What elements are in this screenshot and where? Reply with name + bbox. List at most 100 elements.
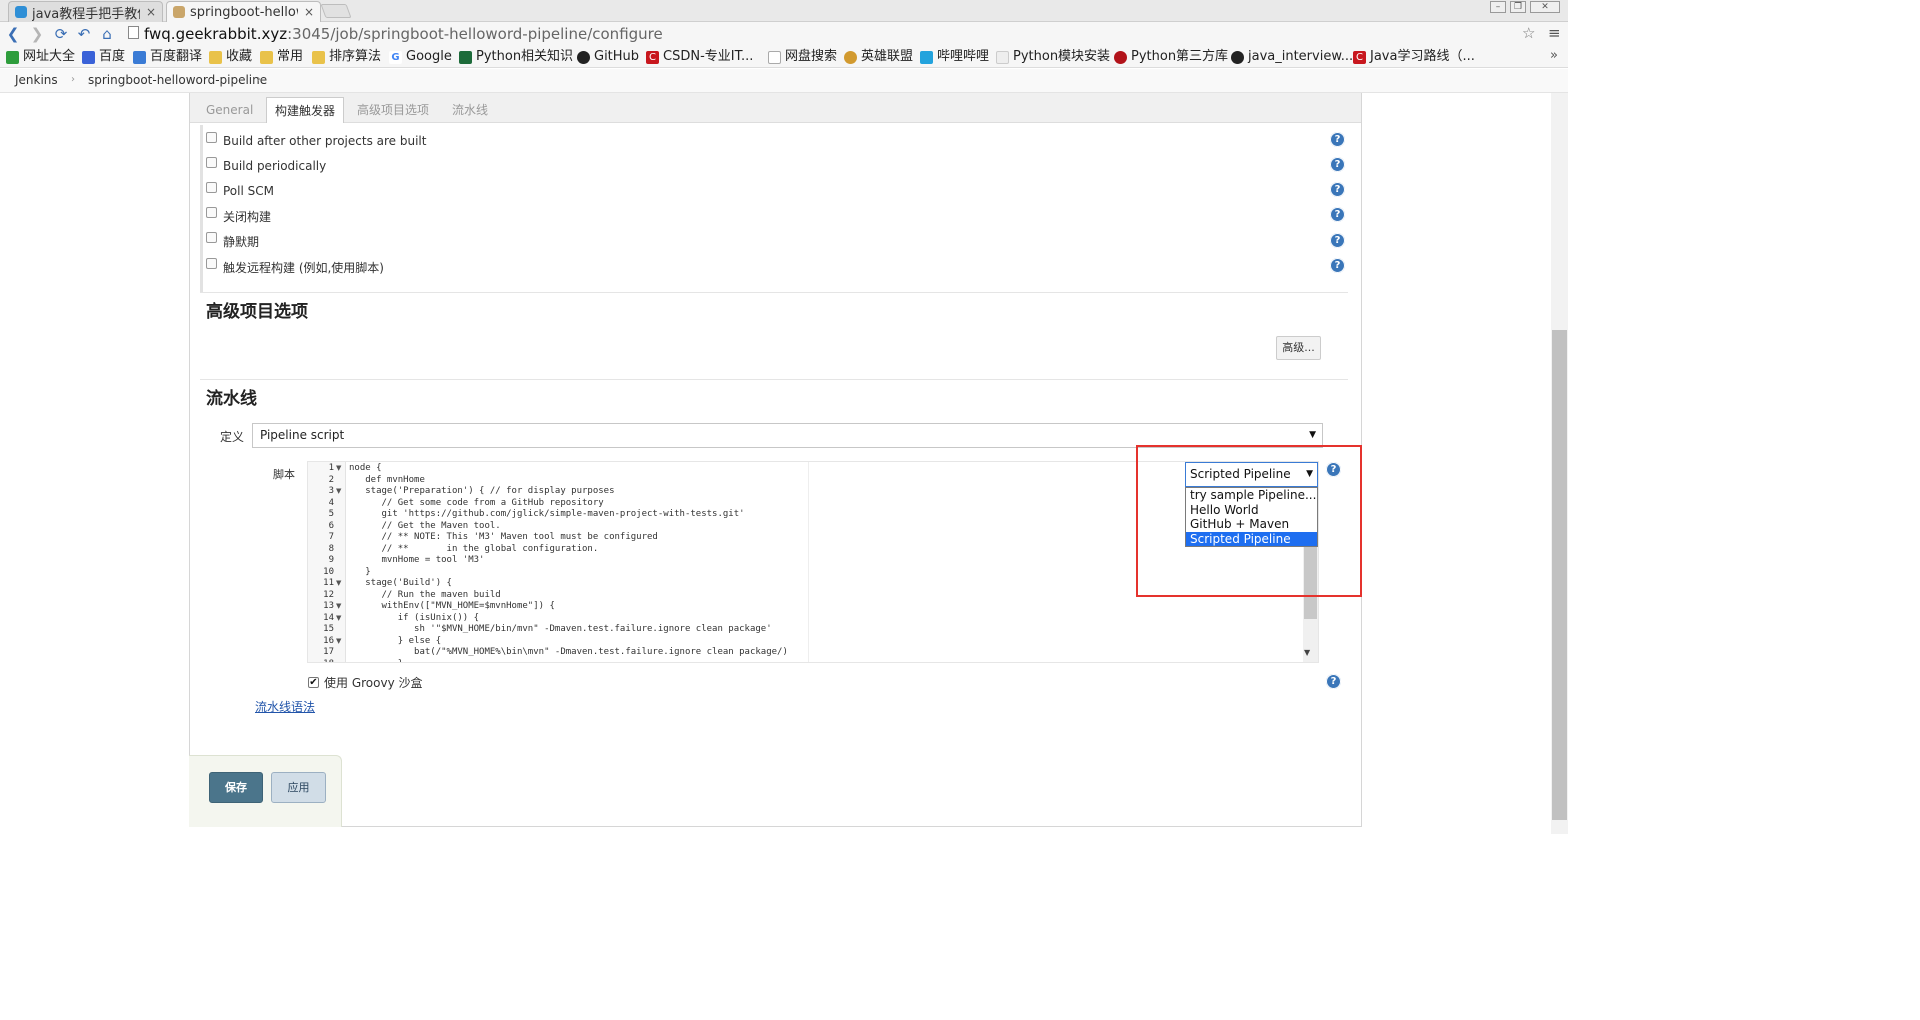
code-line: } else {: [349, 635, 442, 646]
forward-icon[interactable]: ❯: [28, 25, 46, 43]
csdn-icon: C: [646, 50, 659, 64]
help-icon[interactable]: ?: [1326, 674, 1341, 689]
groovy-sandbox-option[interactable]: ✔ 使用 Groovy 沙盒: [308, 674, 423, 691]
new-tab-button[interactable]: [320, 4, 352, 18]
help-icon[interactable]: ?: [1330, 207, 1345, 222]
checkbox[interactable]: [206, 156, 217, 168]
fold-toggle-icon[interactable]: ▼: [336, 602, 341, 610]
line-number: 4: [328, 497, 334, 508]
fold-toggle-icon[interactable]: ▼: [336, 637, 341, 645]
checkbox[interactable]: [206, 206, 217, 218]
bookmark-item[interactable]: java_interview...: [1231, 48, 1353, 66]
scroll-down-icon[interactable]: ▼: [1304, 648, 1310, 657]
undo-close-icon[interactable]: ↶: [75, 25, 93, 43]
bookmark-star-icon[interactable]: ☆: [1522, 24, 1535, 42]
breadcrumb-chevron-icon[interactable]: ›: [257, 74, 261, 85]
breadcrumb-job[interactable]: springboot-helloword-pipeline: [88, 73, 267, 87]
bookmark-item[interactable]: 常用: [260, 48, 303, 66]
back-icon[interactable]: ❮: [4, 25, 22, 43]
breadcrumb-chevron-icon[interactable]: ›: [71, 74, 75, 85]
trigger-remote-build[interactable]: 触发远程构建 (例如,使用脚本): [206, 257, 384, 276]
help-icon[interactable]: ?: [1330, 233, 1345, 248]
line-number: 3: [328, 486, 334, 496]
line-number: 17: [323, 647, 334, 657]
checkbox[interactable]: [206, 231, 217, 243]
editor-print-margin: [808, 462, 809, 662]
code-line: node {: [349, 463, 382, 473]
checkbox[interactable]: [206, 181, 217, 193]
bookmark-label: CSDN-专业IT...: [663, 49, 754, 64]
code-line: bat(/"%MVN_HOME%\bin\mvn" -Dmaven.test.f…: [349, 647, 788, 657]
trigger-quiet-period[interactable]: 静默期: [206, 231, 259, 250]
minimize-window-icon[interactable]: –: [1490, 1, 1506, 13]
save-button[interactable]: 保存: [209, 772, 263, 803]
fold-toggle-icon[interactable]: ▼: [336, 464, 341, 472]
menu-icon[interactable]: ≡: [1548, 24, 1561, 42]
bookmark-item[interactable]: C CSDN-专业IT...: [646, 48, 753, 66]
tab-pipeline[interactable]: 流水线: [444, 97, 496, 123]
fold-toggle-icon[interactable]: ▼: [336, 614, 341, 622]
close-tab-icon[interactable]: ×: [304, 5, 314, 19]
restore-window-icon[interactable]: ❐: [1510, 1, 1526, 13]
trigger-label: Build after other projects are built: [223, 134, 427, 148]
bookmark-item[interactable]: GitHub: [577, 48, 639, 66]
divider: [200, 379, 1348, 380]
apply-button[interactable]: 应用: [271, 772, 326, 803]
checkbox[interactable]: [206, 257, 217, 269]
bookmark-item[interactable]: 排序算法: [312, 48, 381, 66]
pipeline-syntax-link[interactable]: 流水线语法: [255, 698, 315, 715]
bookmark-item[interactable]: 百度翻译: [133, 48, 202, 66]
bookmark-item[interactable]: 网盘搜索: [768, 48, 837, 66]
line-number: 14: [323, 612, 334, 623]
advanced-button[interactable]: 高级...: [1276, 336, 1321, 360]
bookmark-item[interactable]: 网址大全: [6, 48, 75, 66]
home-icon[interactable]: ⌂: [98, 25, 116, 43]
reload-icon[interactable]: ⟳: [52, 25, 70, 43]
close-tab-icon[interactable]: ×: [146, 5, 156, 19]
trigger-build-periodically[interactable]: Build periodically: [206, 156, 326, 175]
more-bookmarks-icon[interactable]: »: [1550, 48, 1558, 63]
bookmark-label: 百度翻译: [150, 49, 203, 64]
page-scrollbar-thumb[interactable]: [1552, 330, 1567, 820]
trigger-disable-build[interactable]: 关闭构建: [206, 206, 271, 225]
address-bar[interactable]: fwq.geekrabbit.xyz:3045/job/springboot-h…: [124, 24, 1544, 44]
help-icon[interactable]: ?: [1330, 157, 1345, 172]
groovy-sandbox-checkbox[interactable]: ✔: [308, 677, 319, 688]
help-icon[interactable]: ?: [1330, 258, 1345, 273]
trigger-after-other-projects[interactable]: Build after other projects are built: [206, 131, 427, 150]
trigger-label: Poll SCM: [223, 184, 274, 198]
page-info-icon[interactable]: [128, 26, 139, 39]
code-line: // Run the maven build: [349, 589, 501, 600]
bookmark-item[interactable]: Python相关知识: [459, 48, 573, 66]
line-number: 15: [323, 624, 334, 634]
bookmark-item[interactable]: G Google: [389, 48, 452, 66]
checkbox[interactable]: [206, 131, 217, 143]
close-window-icon[interactable]: ✕: [1530, 1, 1560, 13]
bookmark-item[interactable]: 英雄联盟: [844, 48, 913, 66]
jenkins-favicon-icon: [173, 6, 185, 18]
tab-general[interactable]: General: [198, 97, 261, 123]
trigger-poll-scm[interactable]: Poll SCM: [206, 181, 274, 200]
bookmark-item[interactable]: 收藏: [209, 48, 252, 66]
code-line: stage('Preparation') { // for display pu…: [349, 486, 615, 496]
bookmark-item[interactable]: Python模块安装: [996, 48, 1110, 66]
bilibili-icon: [920, 50, 933, 64]
tab-build-triggers[interactable]: 构建触发器: [266, 97, 345, 123]
page-icon: [768, 50, 781, 64]
pipeline-title: 流水线: [206, 389, 257, 409]
breadcrumb-jenkins[interactable]: Jenkins: [15, 73, 58, 87]
help-icon[interactable]: ?: [1330, 182, 1345, 197]
browser-tab-springboot[interactable]: springboot-hellow ×: [166, 1, 321, 22]
help-icon[interactable]: ?: [1330, 132, 1345, 147]
fold-toggle-icon[interactable]: ▼: [336, 487, 341, 495]
bookmark-item[interactable]: 哔哩哔哩: [920, 48, 989, 66]
bookmark-item[interactable]: 百度: [82, 48, 125, 66]
tab-advanced-project-options[interactable]: 高级项目选项: [349, 97, 437, 123]
browser-tab-java-tutorial[interactable]: java教程手把手教你J ×: [8, 1, 163, 22]
bookmark-item[interactable]: Python第三方库: [1114, 48, 1228, 66]
advanced-options-title: 高级项目选项: [206, 302, 308, 322]
fold-toggle-icon[interactable]: ▼: [336, 579, 341, 587]
bookmark-item[interactable]: C Java学习路线（...: [1353, 48, 1475, 66]
code-line: stage('Build') {: [349, 578, 452, 588]
bookmark-label: java_interview...: [1248, 49, 1354, 64]
